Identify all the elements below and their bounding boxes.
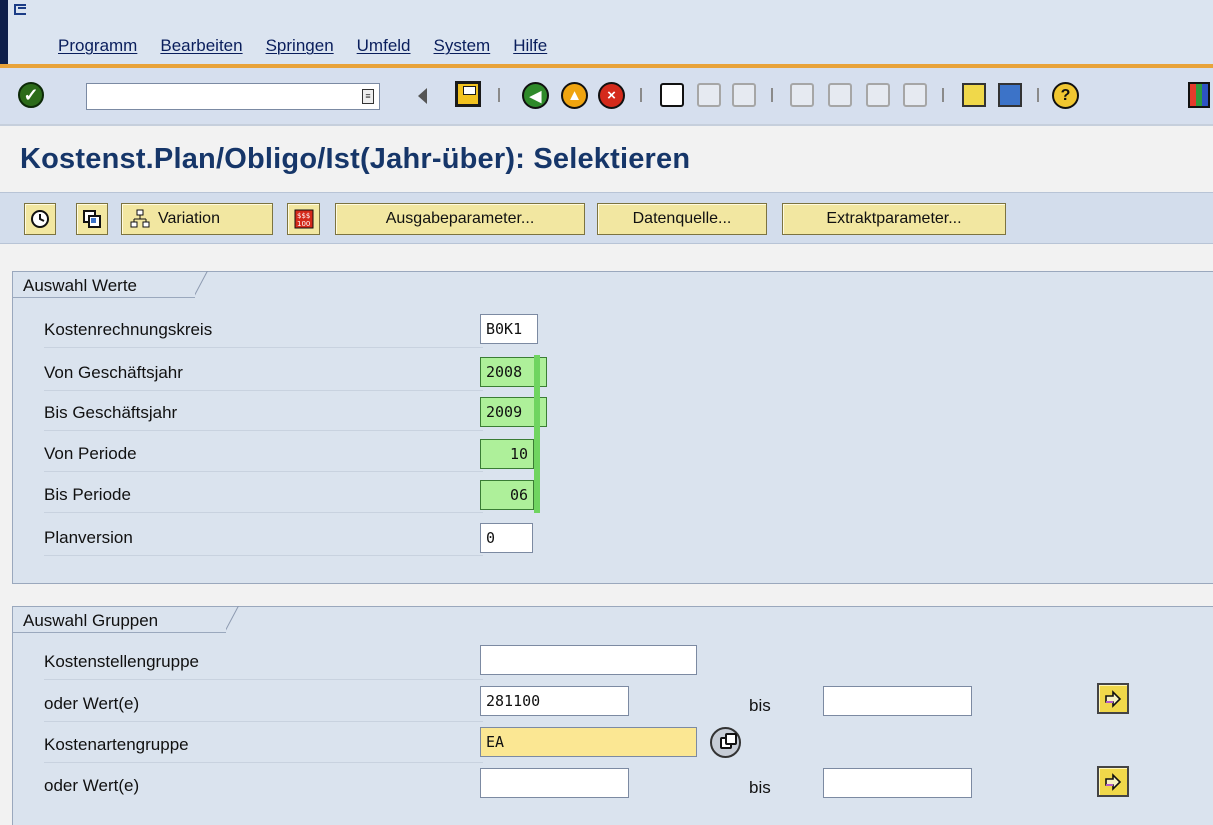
- groups-group-title: Auswahl Gruppen: [12, 606, 226, 633]
- find-next-icon[interactable]: [732, 83, 756, 107]
- bis-label: bis: [749, 778, 771, 797]
- output-parameters-label: Ausgabeparameter...: [385, 210, 535, 227]
- back-icon[interactable]: ◀: [522, 82, 549, 109]
- field-label-from-fiscal-year: Von Geschäftsjahr: [44, 355, 483, 391]
- menu-item-umfeld[interactable]: Umfeld: [357, 36, 411, 56]
- cost-element-from-field[interactable]: [480, 768, 629, 798]
- cost-center-to-field[interactable]: [823, 686, 972, 716]
- next-page-icon[interactable]: [866, 83, 890, 107]
- multiple-selection-arrow-icon: [1105, 689, 1122, 708]
- menu-item-bearbeiten[interactable]: Bearbeiten: [160, 36, 242, 56]
- field-label-controlling-area: Kostenrechnungskreis: [44, 312, 483, 348]
- back-arrow-icon[interactable]: [418, 88, 427, 104]
- save-icon[interactable]: [455, 81, 481, 107]
- menu-item-hilfe[interactable]: Hilfe: [513, 36, 547, 56]
- plan-version-field[interactable]: 0: [480, 523, 533, 553]
- field-label-to-period: Bis Periode: [44, 477, 483, 513]
- page-title: Kostenst.Plan/Obligo/Ist(Jahr-über): Sel…: [20, 143, 691, 175]
- to-period-field[interactable]: 06: [480, 480, 534, 510]
- extract-parameters-label: Extraktparameter...: [826, 210, 962, 227]
- toolbar-separator: [1037, 88, 1039, 102]
- get-variant-button[interactable]: [76, 203, 108, 235]
- groups-group: Auswahl Gruppen Kostenstellengruppe oder…: [12, 606, 1213, 825]
- execute-button[interactable]: [24, 203, 56, 235]
- values-group: Auswahl Werte Kostenrechnungskreis B0K1 …: [12, 271, 1213, 584]
- svg-text:100: 100: [297, 220, 310, 228]
- data-source-button[interactable]: Datenquelle...: [597, 203, 767, 235]
- data-button[interactable]: $$$ 100: [287, 203, 320, 235]
- field-label-cost-center-group: Kostenstellengruppe: [44, 644, 483, 680]
- menu-items: Programm Bearbeiten Springen Umfeld Syst…: [58, 36, 570, 56]
- command-field[interactable]: ≡: [86, 83, 380, 110]
- menu-item-system[interactable]: System: [434, 36, 491, 56]
- required-field-marker: [534, 355, 540, 513]
- get-variant-icon: [82, 209, 102, 229]
- sap-window: Programm Bearbeiten Springen Umfeld Syst…: [0, 0, 1213, 825]
- field-label-or-values-cost-element: oder Wert(e): [44, 776, 140, 795]
- new-session-icon[interactable]: [962, 83, 986, 107]
- variation-button[interactable]: Variation: [121, 203, 273, 235]
- groups-group-title-text: Auswahl Gruppen: [23, 611, 159, 630]
- field-label-cost-element-group: Kostenartengruppe: [44, 727, 483, 763]
- shortcut-icon[interactable]: [998, 83, 1022, 107]
- last-page-icon[interactable]: [903, 83, 927, 107]
- help-icon[interactable]: ?: [1052, 82, 1079, 109]
- ok-icon[interactable]: ✓: [18, 82, 44, 108]
- toolbar-separator: [498, 88, 500, 102]
- field-label-from-period: Von Periode: [44, 436, 483, 472]
- cost-center-from-field[interactable]: 281100: [480, 686, 629, 716]
- cost-element-to-field[interactable]: [823, 768, 972, 798]
- print-icon[interactable]: [660, 83, 684, 107]
- extract-parameters-button[interactable]: Extraktparameter...: [782, 203, 1006, 235]
- previous-page-icon[interactable]: [828, 83, 852, 107]
- field-label-plan-version: Planversion: [44, 520, 483, 556]
- multiple-selection-arrow-icon: [1105, 772, 1122, 791]
- cost-element-group-field[interactable]: EA: [480, 727, 697, 757]
- bis-label: bis: [749, 696, 771, 715]
- toolbar-separator: [942, 88, 944, 102]
- group-tab-slant: [195, 271, 210, 299]
- data-source-label: Datenquelle...: [632, 210, 732, 227]
- application-toolbar: Variation $$$ 100 Ausgabeparameter... Dat…: [0, 192, 1213, 244]
- values-group-title-text: Auswahl Werte: [23, 276, 138, 295]
- search-help-button[interactable]: [710, 727, 741, 758]
- values-group-title: Auswahl Werte: [12, 271, 195, 298]
- toolbar-separator: [640, 88, 642, 102]
- layout-menu-icon[interactable]: [1188, 82, 1210, 108]
- menu-corner-icon[interactable]: [14, 4, 26, 15]
- variation-label: Variation: [158, 210, 220, 227]
- cancel-icon[interactable]: ×: [598, 82, 625, 109]
- system-toolbar: ✓ ≡ ◀ ▲ × ?: [0, 64, 1213, 126]
- field-label-to-fiscal-year: Bis Geschäftsjahr: [44, 395, 483, 431]
- menu-bar: Programm Bearbeiten Springen Umfeld Syst…: [0, 0, 1213, 64]
- menu-item-springen[interactable]: Springen: [266, 36, 334, 56]
- first-page-icon[interactable]: [790, 83, 814, 107]
- hierarchy-icon: [130, 209, 150, 229]
- toolbar-separator: [771, 88, 773, 102]
- exit-icon[interactable]: ▲: [561, 82, 588, 109]
- group-tab-slant: [226, 606, 241, 634]
- output-parameters-button[interactable]: Ausgabeparameter...: [335, 203, 585, 235]
- svg-text:$$$: $$$: [297, 212, 310, 220]
- field-label-or-values-cost-center: oder Wert(e): [44, 686, 483, 722]
- multiple-selection-button[interactable]: [1097, 766, 1129, 797]
- menu-item-programm[interactable]: Programm: [58, 36, 137, 56]
- controlling-area-field[interactable]: B0K1: [480, 314, 538, 344]
- from-period-field[interactable]: 10: [480, 439, 534, 469]
- data-icon: $$$ 100: [294, 209, 314, 229]
- execute-icon: [30, 209, 50, 229]
- command-dropdown-icon[interactable]: ≡: [362, 89, 374, 104]
- cost-center-group-field[interactable]: [480, 645, 697, 675]
- find-icon[interactable]: [697, 83, 721, 107]
- multiple-selection-button[interactable]: [1097, 683, 1129, 714]
- search-help-icon: [719, 732, 737, 749]
